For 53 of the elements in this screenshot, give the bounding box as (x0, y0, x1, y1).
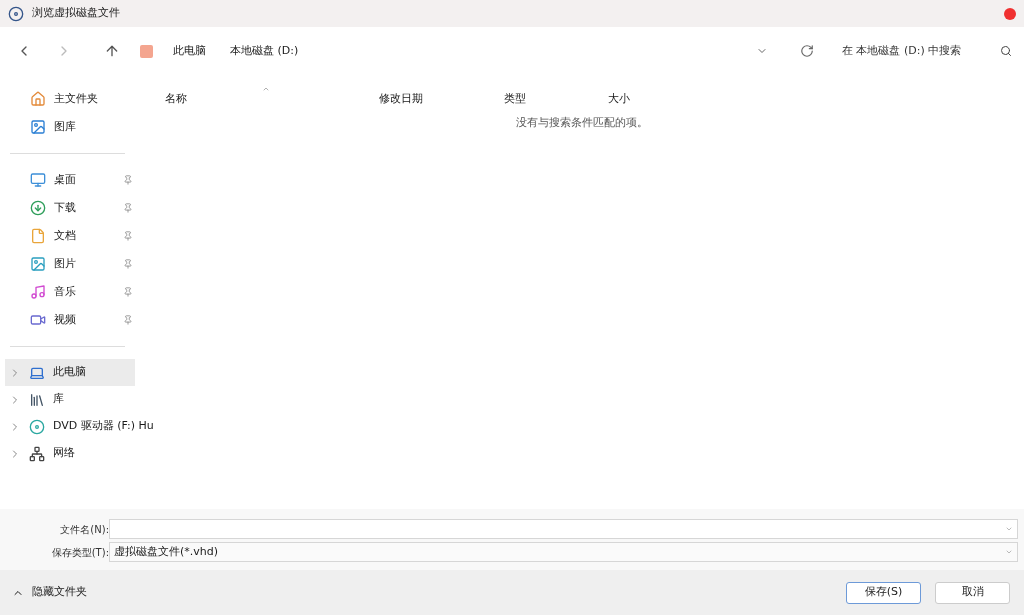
window-title: 浏览虚拟磁盘文件 (32, 5, 120, 22)
column-header[interactable]: 名称 (135, 90, 349, 108)
sidebar-item[interactable]: 文档 (0, 222, 135, 250)
empty-message: 没有与搜索条件匹配的项。 (516, 115, 648, 131)
dropdown-icon (1005, 548, 1013, 556)
sidebar-item[interactable]: 桌面 (0, 166, 135, 194)
monitor-icon (30, 172, 46, 188)
refresh-icon (800, 44, 814, 58)
pin-icon (123, 287, 133, 297)
sidebar-item[interactable]: 图片 (0, 250, 135, 278)
sidebar-item[interactable]: 音乐 (0, 278, 135, 306)
video-camera-icon (30, 312, 46, 328)
library-icon (29, 391, 45, 408)
search-icon (1000, 45, 1012, 57)
tree-item[interactable]: 库 (5, 386, 135, 413)
sidebar-item[interactable]: 图库 (0, 113, 135, 141)
hide-folders-toggle[interactable]: 隐藏文件夹 (12, 584, 87, 601)
pin-icon (123, 259, 133, 269)
disc-icon (29, 418, 45, 435)
close-button[interactable] (1004, 7, 1016, 20)
app-icon (8, 5, 24, 22)
drive-icon (140, 44, 153, 58)
cancel-button[interactable]: 取消 (935, 581, 1010, 604)
breadcrumb-item[interactable]: 此电脑 (169, 42, 210, 60)
document-icon (30, 228, 46, 244)
sidebar-item[interactable]: 主文件夹 (0, 85, 135, 113)
sort-icon (262, 85, 270, 93)
dropdown-icon (1005, 525, 1013, 533)
sidebar-item[interactable]: 下载 (0, 194, 135, 222)
home-icon (30, 91, 46, 107)
column-header[interactable]: 修改日期 (349, 90, 474, 108)
tree-item[interactable]: DVD 驱动器 (F:) Hu (5, 413, 156, 440)
pin-icon (123, 231, 133, 241)
file-type-dropdown[interactable]: 虚拟磁盘文件(*.vhd) (109, 542, 1018, 562)
picture-icon (30, 119, 46, 135)
save-button[interactable]: 保存(S) (846, 581, 921, 604)
tree-item[interactable]: 此电脑 (5, 359, 135, 386)
filename-combobox[interactable] (109, 519, 1018, 539)
pin-icon (123, 315, 133, 325)
network-icon (29, 445, 45, 462)
column-header[interactable]: 类型 (474, 90, 578, 108)
sidebar-item[interactable]: 视频 (0, 306, 135, 334)
tree-item[interactable]: 网络 (5, 440, 135, 467)
music-note-icon (30, 284, 46, 300)
picture-icon (30, 256, 46, 272)
pin-icon (123, 175, 133, 185)
search-field[interactable]: 在 本地磁盘 (D:) 中搜索 (842, 42, 1012, 60)
field-label: 文件名(N): (59, 522, 109, 537)
column-header[interactable]: 大小 (578, 90, 678, 108)
pin-icon (123, 203, 133, 213)
download-icon (30, 200, 46, 216)
field-label: 保存类型(T): (50, 545, 109, 560)
breadcrumb-item[interactable]: 本地磁盘 (D:) (226, 42, 303, 60)
